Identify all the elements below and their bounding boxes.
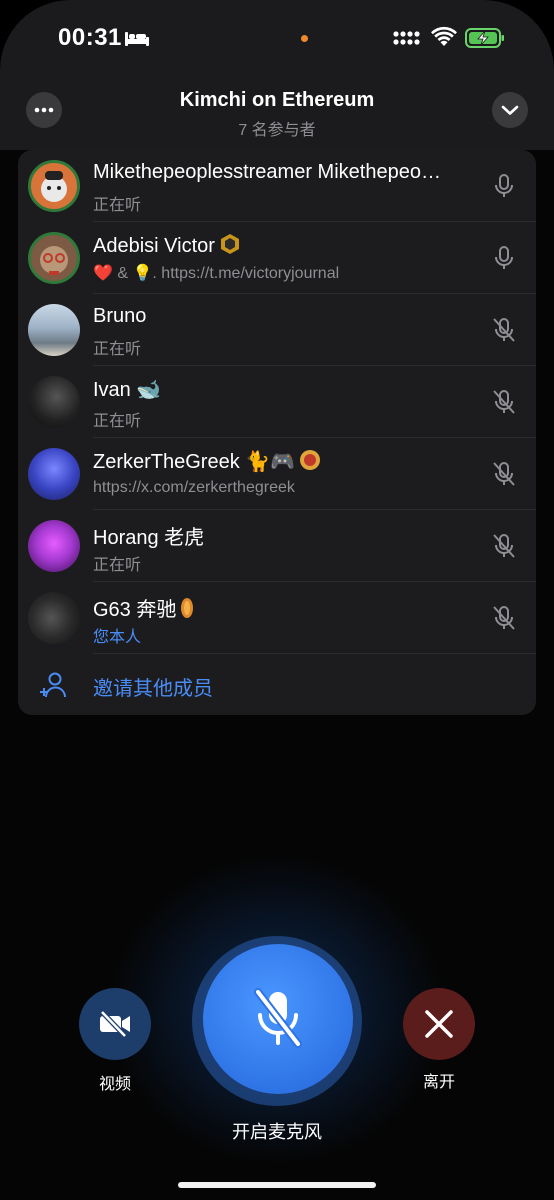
sleep-focus-icon (125, 32, 149, 46)
leave-label: 离开 (422, 1074, 455, 1091)
home-indicator[interactable] (178, 1182, 376, 1188)
participant-name: G63 奔驰 (93, 593, 483, 622)
video-button[interactable] (79, 988, 151, 1060)
call-title: Kimchi on Ethereum (179, 89, 375, 111)
mic-off-icon (493, 606, 515, 630)
participant-status: ❤️ & 💡. https://t.me/victoryjournal (93, 265, 340, 282)
participant-row[interactable]: Ivan 🐋 正在听 (18, 366, 536, 438)
participant-name: Ivan 🐋 (93, 379, 162, 401)
avatar (28, 232, 80, 284)
participant-row[interactable]: Adebisi Victor ❤️ & 💡. https://t.me/vict… (18, 222, 536, 294)
participant-row[interactable]: Horang 老虎 正在听 (18, 510, 536, 582)
mic-off-icon (493, 462, 515, 486)
participant-name-text: ZerkerTheGreek 🐈🎮 (93, 451, 296, 473)
status-time: 00:31 (58, 24, 122, 51)
participant-name: Mikethepeoplesstreamer Mikethepeo… (93, 161, 441, 183)
invite-members-row[interactable]: 邀请其他成员 (18, 654, 536, 715)
participant-status: 正在听 (93, 197, 142, 214)
participant-status: 正在听 (93, 413, 142, 430)
mic-off-icon (493, 534, 515, 558)
phone-frame: 00:31 Kimchi on Ethereum 7 名参与者 Mikethep… (0, 0, 554, 1200)
video-label: 视频 (98, 1076, 131, 1093)
participant-name: Horang 老虎 (93, 527, 205, 549)
wifi-icon (431, 26, 457, 46)
avatar (28, 376, 80, 428)
participant-status: 您本人 (93, 629, 142, 646)
mic-in-use-dot-icon (301, 35, 308, 42)
collapse-button[interactable] (492, 92, 528, 128)
participant-count: 7 名参与者 (238, 122, 316, 139)
participant-name-text: G63 奔驰 (93, 599, 177, 621)
invite-members-label: 邀请其他成员 (93, 678, 213, 700)
avatar (28, 304, 80, 356)
avatar (28, 592, 80, 644)
avatar (28, 520, 80, 572)
participants-list: Mikethepeoplesstreamer Mikethepeo… 正在听 A… (18, 150, 536, 715)
avatar (28, 160, 80, 212)
participant-status: 正在听 (93, 341, 142, 358)
participant-name: Adebisi Victor (93, 233, 483, 258)
participant-name: Bruno (93, 305, 147, 327)
participant-row[interactable]: Bruno 正在听 (18, 294, 536, 366)
participant-status: https://x.com/zerkerthegreek (93, 479, 295, 496)
leave-button[interactable] (403, 988, 475, 1060)
verified-badge-icon (220, 234, 239, 254)
add-user-icon (40, 672, 66, 698)
cellular-signal-icon (393, 31, 420, 45)
participant-name: ZerkerTheGreek 🐈🎮 (93, 449, 483, 474)
close-icon (425, 1010, 453, 1038)
mic-off-icon (493, 390, 515, 414)
video-off-icon (100, 1010, 130, 1038)
participant-row[interactable]: Mikethepeoplesstreamer Mikethepeo… 正在听 (18, 150, 536, 222)
avatar (28, 448, 80, 500)
battery-charging-icon (465, 28, 504, 48)
participant-row-self[interactable]: G63 奔驰 您本人 (18, 582, 536, 654)
call-header: Kimchi on Ethereum 7 名参与者 (0, 80, 554, 140)
participant-row[interactable]: ZerkerTheGreek 🐈🎮 https://x.com/zerkerth… (18, 438, 536, 510)
unmute-mic-button[interactable] (203, 944, 353, 1094)
coin-badge-icon (181, 598, 194, 618)
mic-off-icon (493, 318, 515, 342)
participant-status: 正在听 (93, 557, 142, 574)
emoji-status-icon (300, 450, 321, 470)
status-bar: 00:31 (0, 0, 554, 76)
mic-on-icon (495, 246, 513, 269)
voice-chat-screen: 00:31 Kimchi on Ethereum 7 名参与者 Mikethep… (0, 0, 554, 1200)
participant-name-text: Adebisi Victor (93, 235, 215, 257)
mic-on-icon (495, 174, 513, 197)
mic-button-label: 开启麦克风 (232, 1122, 322, 1142)
mic-muted-icon (254, 988, 302, 1048)
chevron-down-icon (501, 105, 519, 115)
